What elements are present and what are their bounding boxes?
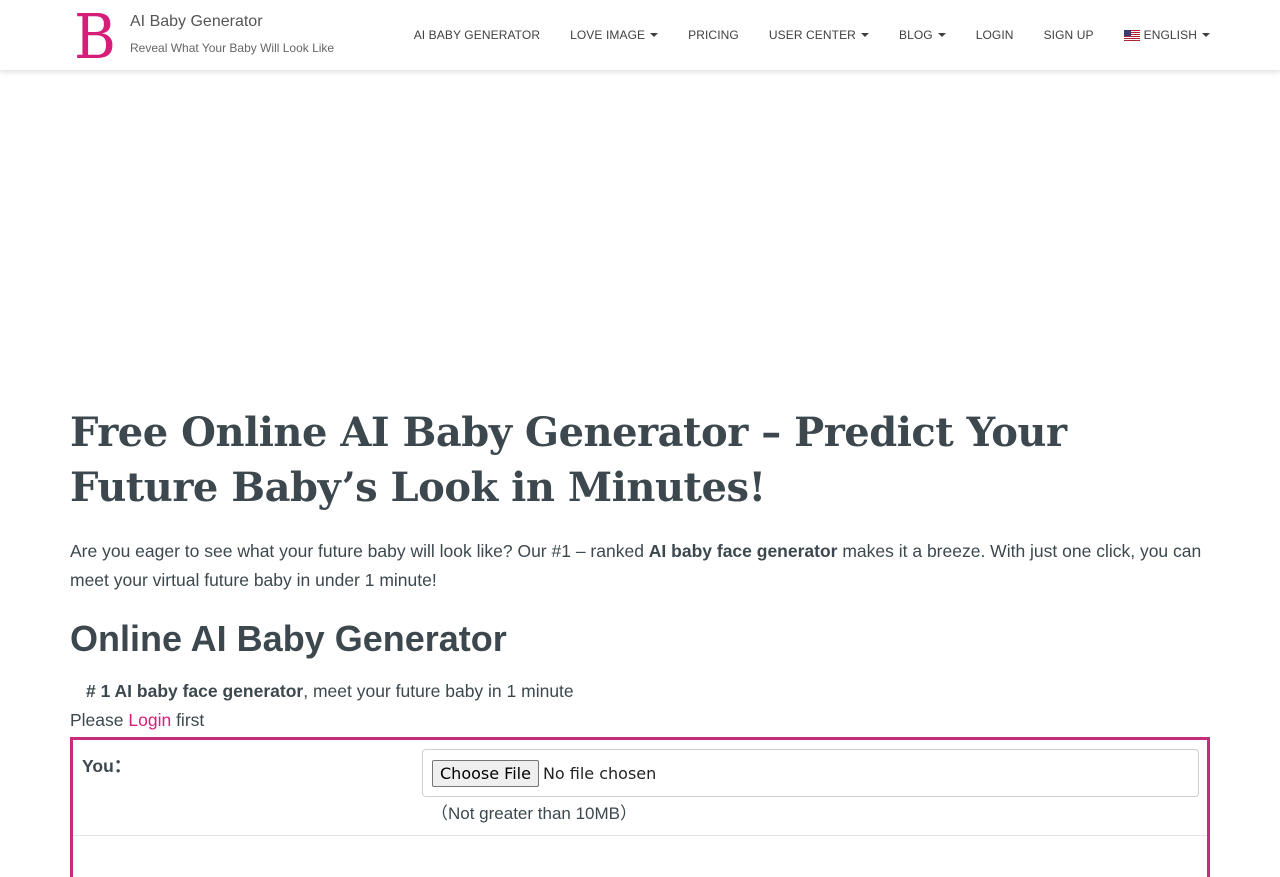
nav-pricing-label: PRICING bbox=[688, 28, 739, 42]
login-prompt-prefix: Please bbox=[70, 710, 129, 730]
nav-pricing[interactable]: PRICING bbox=[688, 28, 739, 42]
brand-logo: B bbox=[74, 0, 116, 73]
login-prompt-suffix: first bbox=[171, 710, 205, 730]
section-title: Online AI Baby Generator bbox=[70, 618, 507, 659]
tagline-rest: , meet your future baby in 1 minute bbox=[303, 681, 574, 701]
nav-user-center-dropdown[interactable]: USER CENTER bbox=[769, 28, 869, 42]
nav-ai-baby-generator-label: AI BABY GENERATOR bbox=[413, 28, 541, 42]
main-nav: AI BABY GENERATOR LOVE IMAGE PRICING USE… bbox=[384, 0, 1210, 70]
nav-login-label: LOGIN bbox=[975, 28, 1014, 42]
upload-form: You： Choose File No file chosen （Not gre… bbox=[70, 737, 1210, 877]
site-tagline: Reveal What Your Baby Will Look Like bbox=[130, 41, 335, 55]
login-link[interactable]: Login bbox=[128, 710, 171, 730]
login-prompt: Please Login first bbox=[70, 706, 1210, 735]
tagline-keyword: # 1 AI baby face generator bbox=[86, 681, 304, 701]
brand-home-link[interactable]: B AI Baby Generator Reveal What Your Bab… bbox=[70, 0, 334, 73]
caret-down-icon bbox=[937, 33, 946, 37]
nav-love-image-dropdown[interactable]: LOVE IMAGE bbox=[570, 28, 659, 42]
you-photo-label: You： bbox=[82, 756, 132, 776]
us-flag-icon bbox=[1123, 29, 1140, 41]
caret-down-icon bbox=[860, 33, 869, 37]
page-title: Free Online AI Baby Generator – Predict … bbox=[70, 409, 1067, 511]
ad-placeholder bbox=[0, 70, 1280, 390]
nav-sign-up-label: SIGN UP bbox=[1043, 28, 1094, 42]
nav-user-center-label: USER CENTER bbox=[768, 28, 856, 42]
nav-ai-baby-generator[interactable]: AI BABY GENERATOR bbox=[414, 28, 540, 42]
caret-down-icon bbox=[1202, 33, 1210, 37]
brand-text: AI Baby Generator Reveal What Your Baby … bbox=[130, 10, 334, 60]
main-content: Free Online AI Baby Generator – Predict … bbox=[70, 405, 1210, 877]
nav-login[interactable]: LOGIN bbox=[976, 28, 1014, 42]
intro-text-start: Are you eager to see what your future ba… bbox=[70, 541, 649, 561]
nav-blog-dropdown[interactable]: BLOG bbox=[899, 28, 946, 42]
nav-love-image-label: LOVE IMAGE bbox=[570, 28, 646, 42]
you-file-input[interactable]: Choose File No file chosen bbox=[422, 749, 1199, 797]
caret-down-icon bbox=[650, 33, 659, 37]
top-navbar: B AI Baby Generator Reveal What Your Bab… bbox=[0, 0, 1280, 70]
choose-file-button[interactable]: Choose File bbox=[432, 759, 539, 787]
nav-sign-up[interactable]: SIGN UP bbox=[1044, 28, 1094, 42]
nav-language-dropdown[interactable]: ENGLISH bbox=[1123, 28, 1210, 42]
file-status-text: No file chosen bbox=[542, 763, 657, 783]
generator-tagline: # 1 AI baby face generator, meet your fu… bbox=[70, 677, 1210, 706]
nav-language-label: ENGLISH bbox=[1143, 28, 1197, 42]
intro-paragraph: Are you eager to see what your future ba… bbox=[70, 537, 1210, 595]
nav-blog-label: BLOG bbox=[898, 28, 933, 42]
file-size-note: （Not greater than 10MB） bbox=[431, 804, 637, 823]
site-title: AI Baby Generator bbox=[130, 13, 263, 30]
intro-keyword: AI baby face generator bbox=[648, 541, 838, 561]
row-divider bbox=[73, 835, 1207, 836]
